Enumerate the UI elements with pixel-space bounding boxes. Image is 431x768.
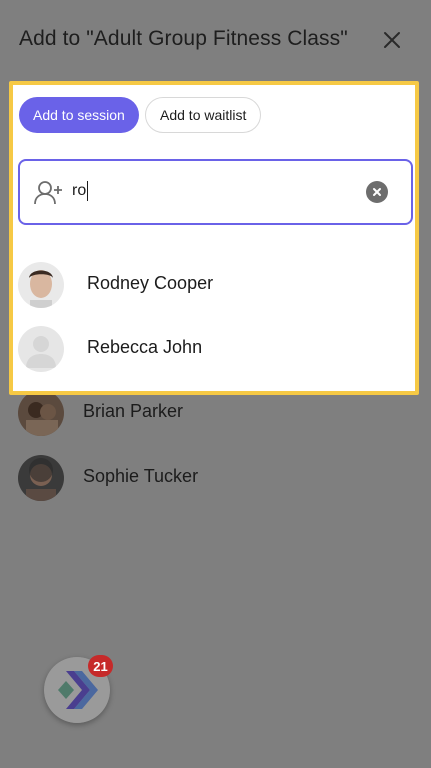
search-input[interactable]: ro — [18, 159, 413, 225]
result-name: Rodney Cooper — [87, 273, 214, 293]
add-to-session-button[interactable]: Add to session — [19, 97, 139, 133]
list-item[interactable]: Brian Parker — [0, 390, 431, 438]
avatar — [18, 262, 64, 308]
result-name: Rebecca John — [87, 337, 203, 357]
avatar — [18, 455, 64, 501]
list-item-name: Brian Parker — [83, 401, 184, 421]
page-title: Add to "Adult Group Fitness Class" — [19, 27, 348, 50]
search-result-item[interactable]: Rodney Cooper — [13, 260, 415, 308]
avatar-placeholder — [18, 326, 64, 372]
add-user-icon — [34, 181, 62, 205]
add-to-waitlist-button[interactable]: Add to waitlist — [145, 97, 262, 133]
list-item-name: Sophie Tucker — [83, 466, 199, 486]
search-result-item[interactable]: Rebecca John — [13, 324, 415, 372]
search-value: ro — [72, 181, 89, 201]
avatar — [18, 390, 64, 436]
close-icon — [384, 32, 400, 48]
add-member-panel: Add to session Add to waitlist ro Rodney… — [9, 81, 419, 395]
list-item[interactable]: Sophie Tucker — [0, 455, 431, 503]
close-button[interactable] — [380, 28, 404, 52]
notification-badge: 21 — [88, 655, 113, 677]
clear-icon — [373, 188, 381, 196]
clear-button[interactable] — [366, 181, 388, 203]
